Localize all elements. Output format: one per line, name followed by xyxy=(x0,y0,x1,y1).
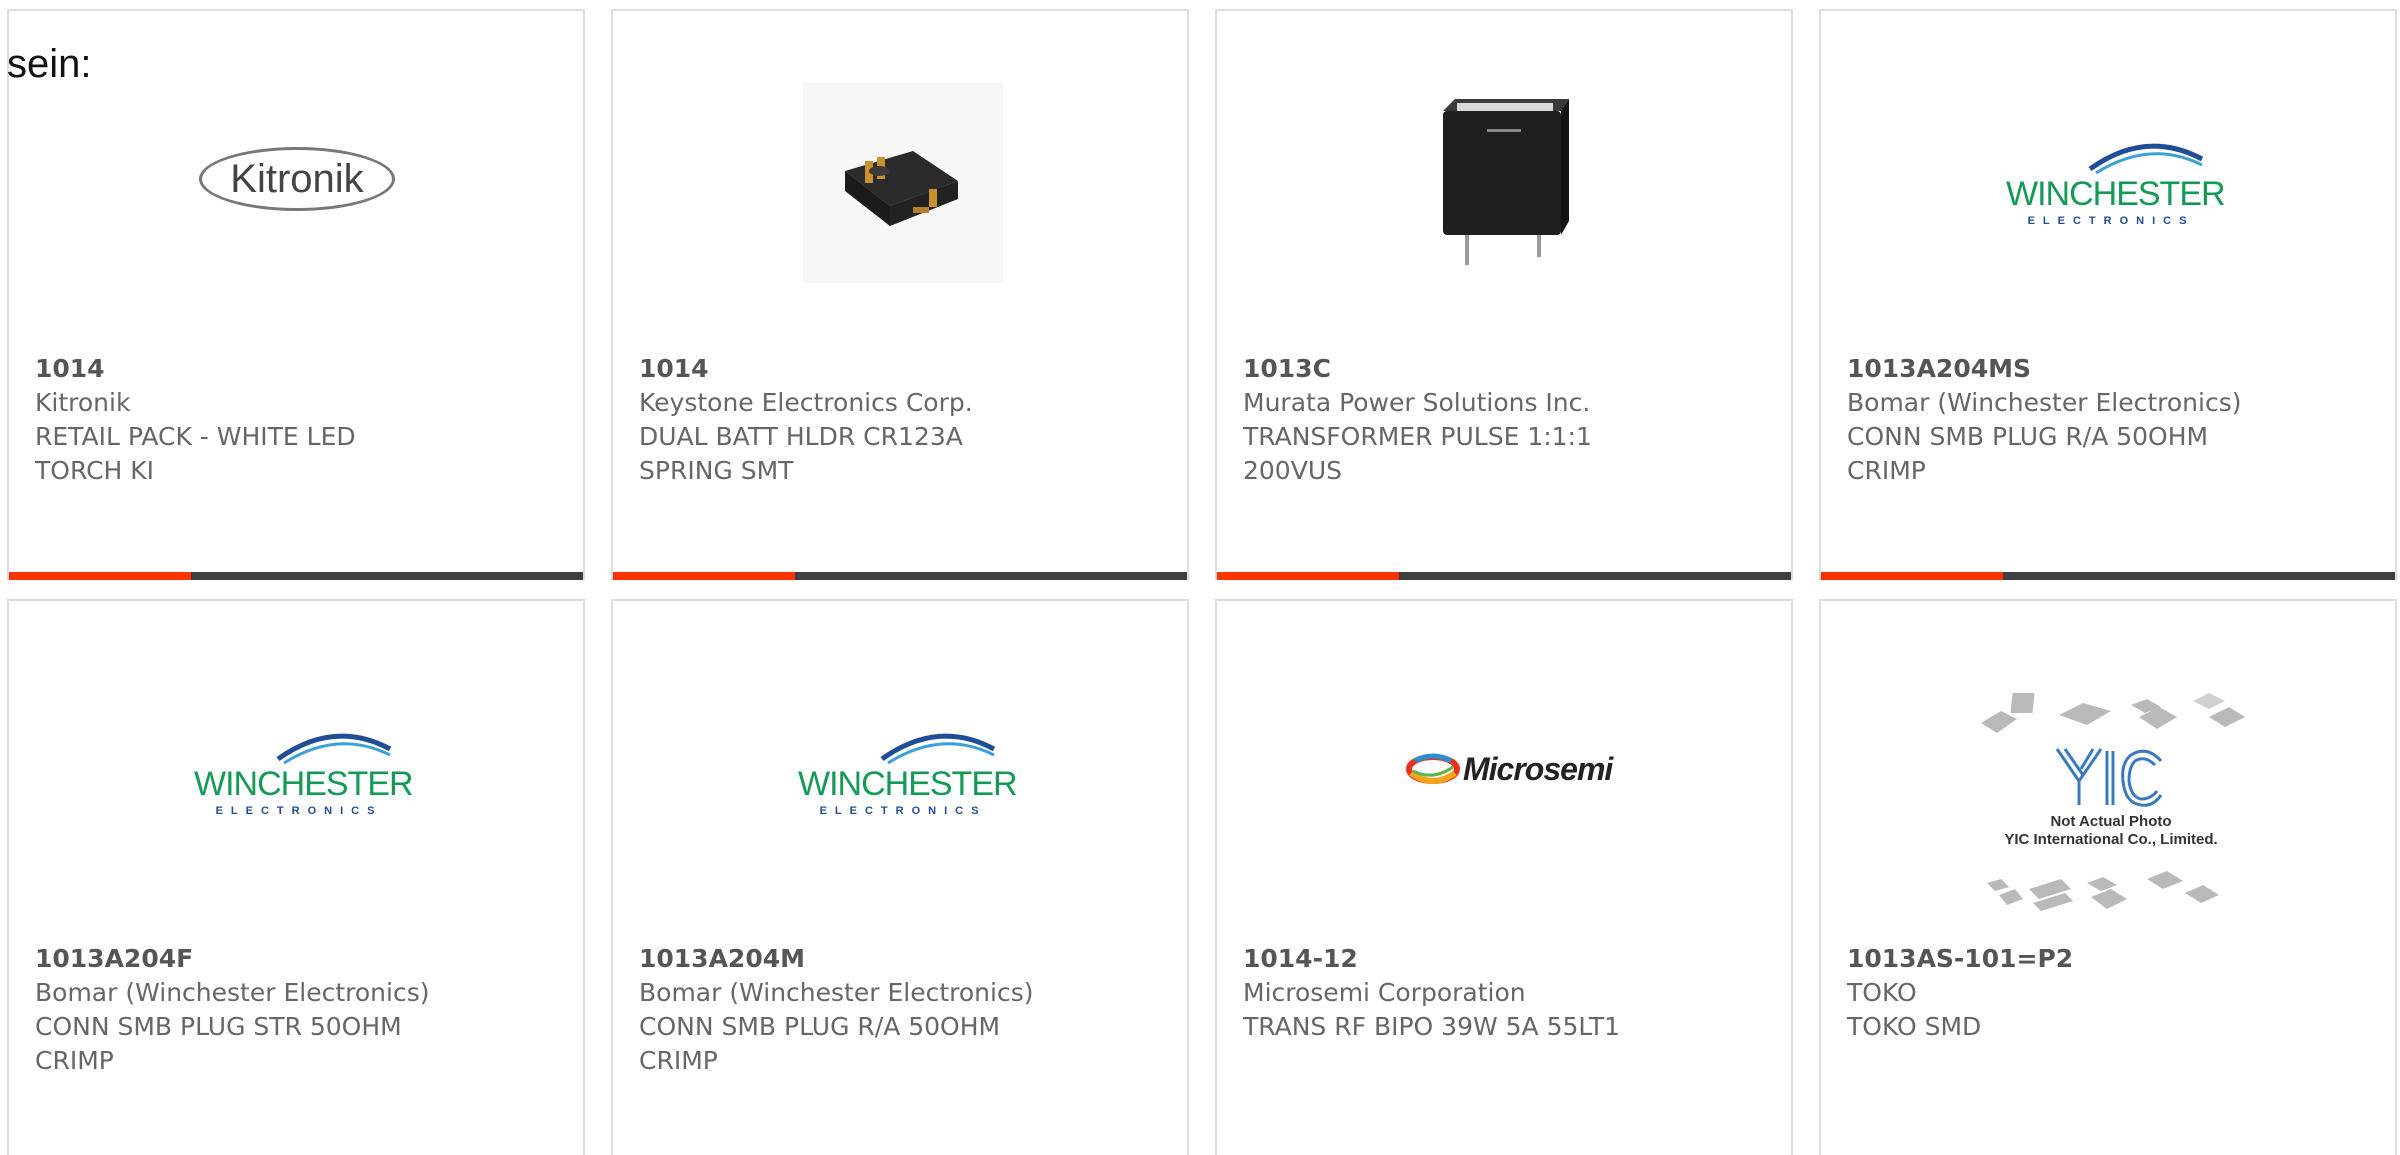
product-card[interactable]: WINCHESTER ELECTRONICS 1013A204M Bomar (… xyxy=(611,599,1189,1155)
card-footer-bar xyxy=(1821,572,2395,580)
card-footer-bar xyxy=(613,572,1187,580)
description-line: CRIMP xyxy=(35,1046,114,1075)
card-footer-bar xyxy=(1217,572,1791,580)
product-info: 1013A204F Bomar (Winchester Electronics)… xyxy=(35,942,563,1078)
accent-strip xyxy=(613,572,795,580)
winchester-logo: WINCHESTER ELECTRONICS xyxy=(2006,135,2226,235)
microsemi-logo: Microsemi xyxy=(1405,749,1635,793)
product-image[interactable]: WINCHESTER ELECTRONICS xyxy=(613,601,1187,941)
part-number-link[interactable]: 1013A204F xyxy=(35,942,563,976)
winchester-logo: WINCHESTER ELECTRONICS xyxy=(798,725,1018,825)
transformer-photo xyxy=(1443,99,1569,265)
manufacturer: Bomar (Winchester Electronics) xyxy=(1847,388,2242,417)
product-card[interactable]: Not Actual Photo YIC International Co., … xyxy=(1819,599,2397,1155)
battery-holder-photo xyxy=(803,83,1003,283)
product-info: 1014 Kitronik RETAIL PACK - WHITE LED TO… xyxy=(35,352,563,488)
description-line: 200VUS xyxy=(1243,456,1342,485)
manufacturer: Kitronik xyxy=(35,388,131,417)
product-info: 1014-12 Microsemi Corporation TRANS RF B… xyxy=(1243,942,1771,1044)
product-image[interactable]: Microsemi xyxy=(1217,601,1791,941)
accent-strip xyxy=(1217,572,1399,580)
placeholder-caption: Not Actual Photo xyxy=(2050,813,2172,830)
description-line: CONN SMB PLUG R/A 50OHM xyxy=(1847,422,2209,451)
card-footer-bar xyxy=(9,572,583,580)
description-line: CONN SMB PLUG R/A 50OHM xyxy=(639,1012,1001,1041)
manufacturer: Murata Power Solutions Inc. xyxy=(1243,388,1591,417)
product-grid-page: sein: Kitronik 1014 Kitronik RETAIL PACK… xyxy=(0,0,2400,1155)
description-line: TORCH KI xyxy=(35,456,155,485)
manufacturer: TOKO xyxy=(1847,978,1917,1007)
part-number-link[interactable]: 1013AS-101=P2 xyxy=(1847,942,2375,976)
description-line: SPRING SMT xyxy=(639,456,794,485)
manufacturer: Keystone Electronics Corp. xyxy=(639,388,973,417)
part-number-link[interactable]: 1014-12 xyxy=(1243,942,1771,976)
accent-strip xyxy=(9,572,191,580)
product-image[interactable]: WINCHESTER ELECTRONICS xyxy=(9,601,583,941)
description-line: CRIMP xyxy=(639,1046,718,1075)
product-card[interactable]: Microsemi 1014-12 Microsemi Corporation … xyxy=(1215,599,1793,1155)
product-card[interactable]: Kitronik 1014 Kitronik RETAIL PACK - WHI… xyxy=(7,9,585,580)
kitronik-logo: Kitronik xyxy=(199,147,395,211)
product-info: 1013A204M Bomar (Winchester Electronics)… xyxy=(639,942,1167,1078)
part-number-link[interactable]: 1013A204M xyxy=(639,942,1167,976)
yic-placeholder-image: Not Actual Photo YIC International Co., … xyxy=(1971,689,2251,929)
product-info: 1013AS-101=P2 TOKO TOKO SMD xyxy=(1847,942,2375,1044)
intro-text: sein: xyxy=(7,42,92,86)
description-line: TOKO SMD xyxy=(1847,1012,1982,1041)
manufacturer: Bomar (Winchester Electronics) xyxy=(35,978,430,1007)
product-card[interactable]: 1014 Keystone Electronics Corp. DUAL BAT… xyxy=(611,9,1189,580)
description-line: TRANSFORMER PULSE 1:1:1 xyxy=(1243,422,1592,451)
part-number-link[interactable]: 1014 xyxy=(35,352,563,386)
manufacturer: Microsemi Corporation xyxy=(1243,978,1526,1007)
product-image[interactable] xyxy=(613,11,1187,351)
manufacturer: Bomar (Winchester Electronics) xyxy=(639,978,1034,1007)
product-image[interactable]: Not Actual Photo YIC International Co., … xyxy=(1821,601,2395,941)
accent-strip xyxy=(1821,572,2003,580)
description-line: RETAIL PACK - WHITE LED xyxy=(35,422,356,451)
description-line: CRIMP xyxy=(1847,456,1926,485)
product-card[interactable]: WINCHESTER ELECTRONICS 1013A204F Bomar (… xyxy=(7,599,585,1155)
part-number-link[interactable]: 1014 xyxy=(639,352,1167,386)
part-number-link[interactable]: 1013C xyxy=(1243,352,1771,386)
product-info: 1013C Murata Power Solutions Inc. TRANSF… xyxy=(1243,352,1771,488)
product-image[interactable] xyxy=(1217,11,1791,351)
part-number-link[interactable]: 1013A204MS xyxy=(1847,352,2375,386)
placeholder-caption: YIC International Co., Limited. xyxy=(2004,831,2218,848)
product-card[interactable]: WINCHESTER ELECTRONICS 1013A204MS Bomar … xyxy=(1819,9,2397,580)
description-line: TRANS RF BIPO 39W 5A 55LT1 xyxy=(1243,1012,1621,1041)
product-info: 1014 Keystone Electronics Corp. DUAL BAT… xyxy=(639,352,1167,488)
product-card[interactable]: 1013C Murata Power Solutions Inc. TRANSF… xyxy=(1215,9,1793,580)
product-image[interactable]: Kitronik xyxy=(9,11,583,351)
description-line: DUAL BATT HLDR CR123A xyxy=(639,422,963,451)
winchester-logo: WINCHESTER ELECTRONICS xyxy=(194,725,414,825)
product-image[interactable]: WINCHESTER ELECTRONICS xyxy=(1821,11,2395,351)
product-info: 1013A204MS Bomar (Winchester Electronics… xyxy=(1847,352,2375,488)
description-line: CONN SMB PLUG STR 50OHM xyxy=(35,1012,402,1041)
